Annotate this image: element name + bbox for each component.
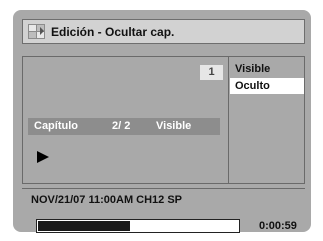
- visibility-menu: Visible Oculto: [230, 61, 304, 95]
- play-icon: [37, 151, 49, 163]
- title-bar: Edición - Ocultar cap.: [22, 19, 305, 44]
- panel-divider: [228, 57, 229, 183]
- recording-info: NOV/21/07 11:00AM CH12 SP: [31, 194, 183, 206]
- chapter-info-bar: Capítulo 2/ 2 Visible: [28, 118, 220, 135]
- playback-progress-bar: [36, 219, 240, 233]
- chapter-number-badge: 1: [200, 65, 223, 80]
- page-title: Edición - Ocultar cap.: [51, 25, 175, 39]
- elapsed-time: 0:00:59: [259, 220, 297, 232]
- progress-fill: [38, 221, 130, 231]
- edit-chapters-icon: [28, 24, 45, 39]
- menu-item-oculto[interactable]: Oculto: [230, 78, 304, 94]
- chapter-state: Visible: [156, 120, 192, 132]
- menu-item-visible[interactable]: Visible: [230, 61, 304, 77]
- chapter-count: 2/ 2: [112, 120, 131, 132]
- dvd-edit-screen: Edición - Ocultar cap. 1 Capítulo 2/ 2 V…: [13, 10, 311, 233]
- chapter-label: Capítulo: [34, 120, 78, 132]
- status-divider: [22, 188, 305, 189]
- main-panel: 1 Capítulo 2/ 2 Visible Visible Oculto: [22, 56, 305, 184]
